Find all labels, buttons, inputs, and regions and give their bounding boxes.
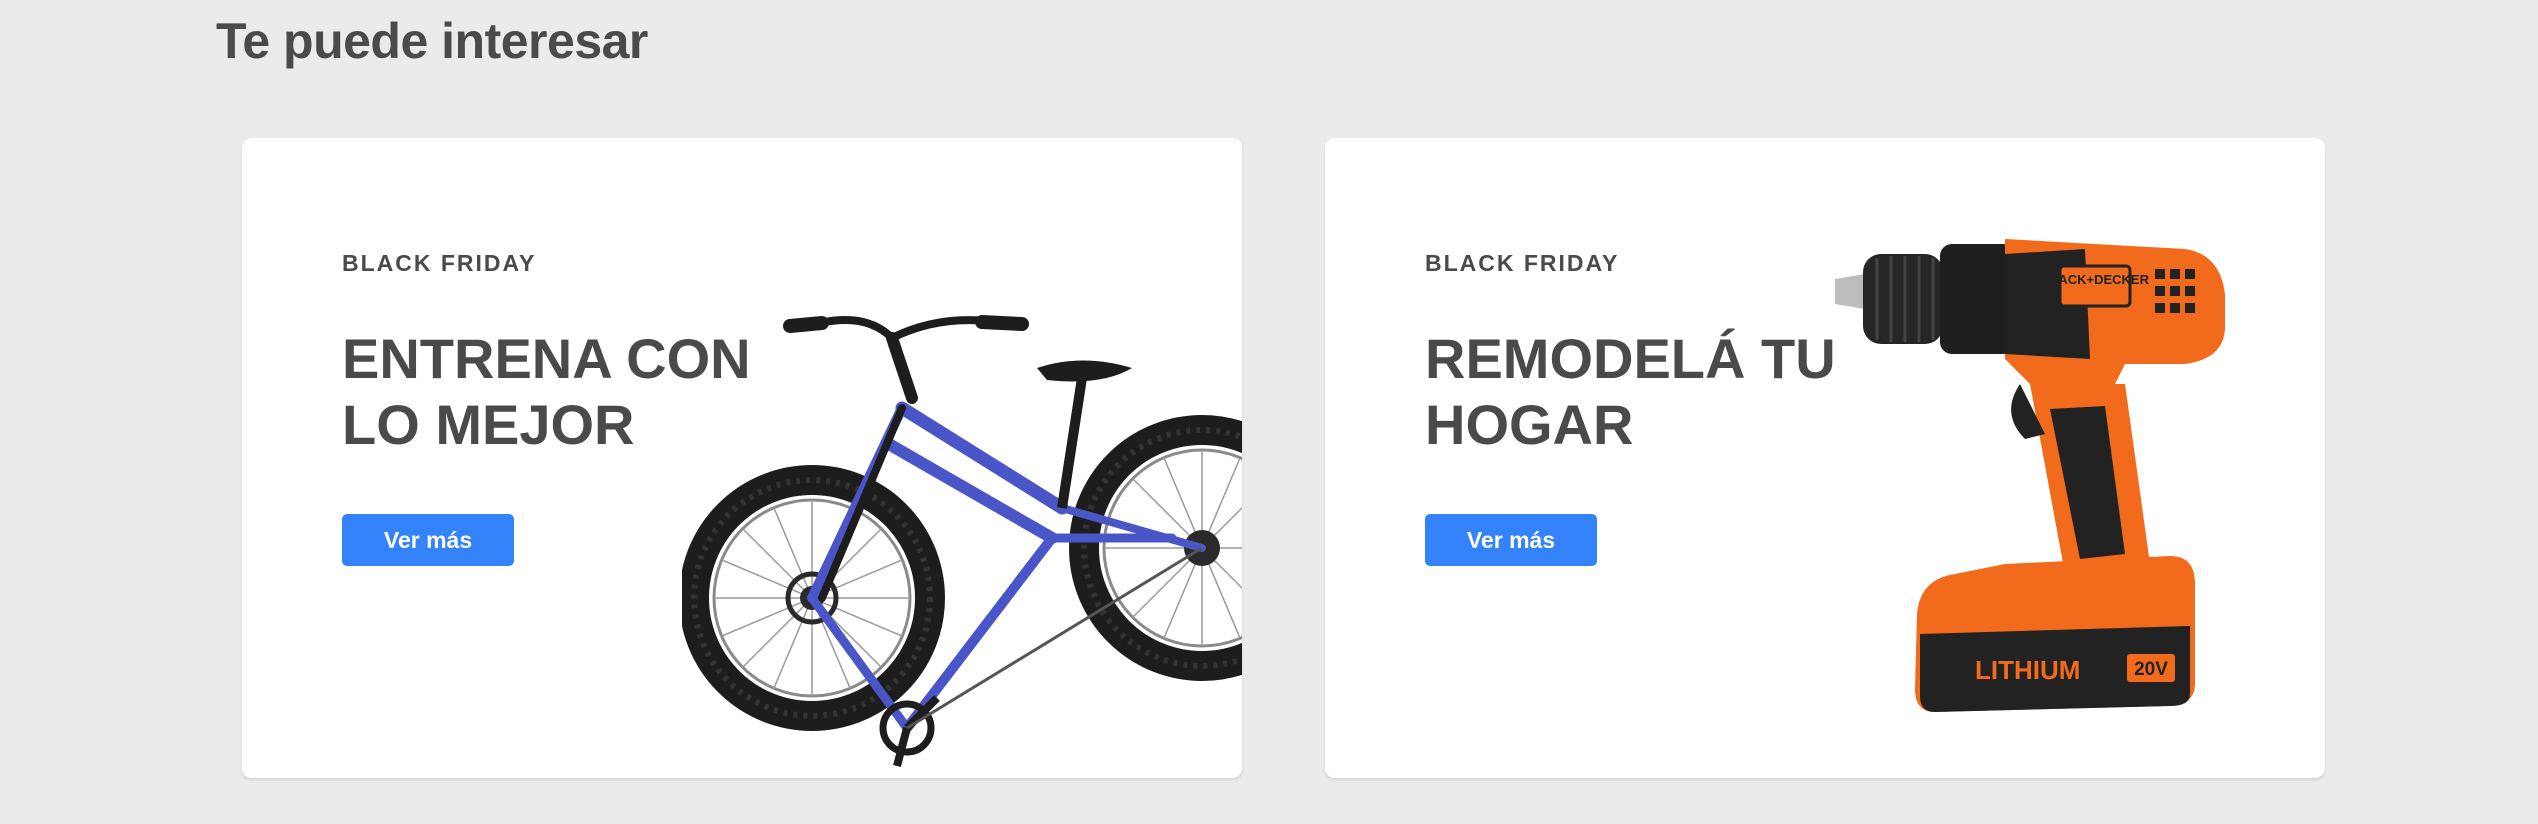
recommendations-section: Te puede interesar BLACK FRIDAY ENTRENA … (0, 0, 2538, 824)
drill-brand-text: BLACK+DECKER (2041, 272, 2150, 287)
promo-card-bicycle[interactable]: BLACK FRIDAY ENTRENA CON LO MEJOR Ver má… (242, 138, 1242, 778)
see-more-button[interactable]: Ver más (1425, 514, 1597, 566)
battery-label-text: LITHIUM (1975, 655, 2080, 685)
section-title: Te puede interesar (216, 13, 648, 69)
card-eyebrow: BLACK FRIDAY (342, 250, 537, 276)
drill-chuck (1835, 244, 2015, 354)
card-headline-line-1: REMODELÁ TU (1425, 327, 1836, 390)
bicycle-image[interactable] (682, 228, 1242, 778)
see-more-button[interactable]: Ver más (342, 514, 514, 566)
front-wheel (1069, 415, 1242, 681)
card-headline-line-2: LO MEJOR (342, 393, 635, 456)
drill-battery: LITHIUM 20V (1915, 556, 2195, 712)
card-eyebrow: BLACK FRIDAY (1425, 250, 1620, 276)
drill-handle (2011, 384, 2150, 574)
handlebar (783, 315, 1029, 343)
drill-body: BLACK+DECKER (2005, 239, 2225, 384)
promo-card-drill[interactable]: BLACK FRIDAY REMODELÁ TU HOGAR Ver más B… (1325, 138, 2325, 778)
card-headline: REMODELÁ TU HOGAR (1425, 326, 1845, 458)
drill-image[interactable]: BLACK+DECKER LITHIUM 20V (1825, 234, 2265, 754)
card-headline-line-2: HOGAR (1425, 393, 1634, 456)
battery-voltage-text: 20V (2134, 659, 2168, 680)
